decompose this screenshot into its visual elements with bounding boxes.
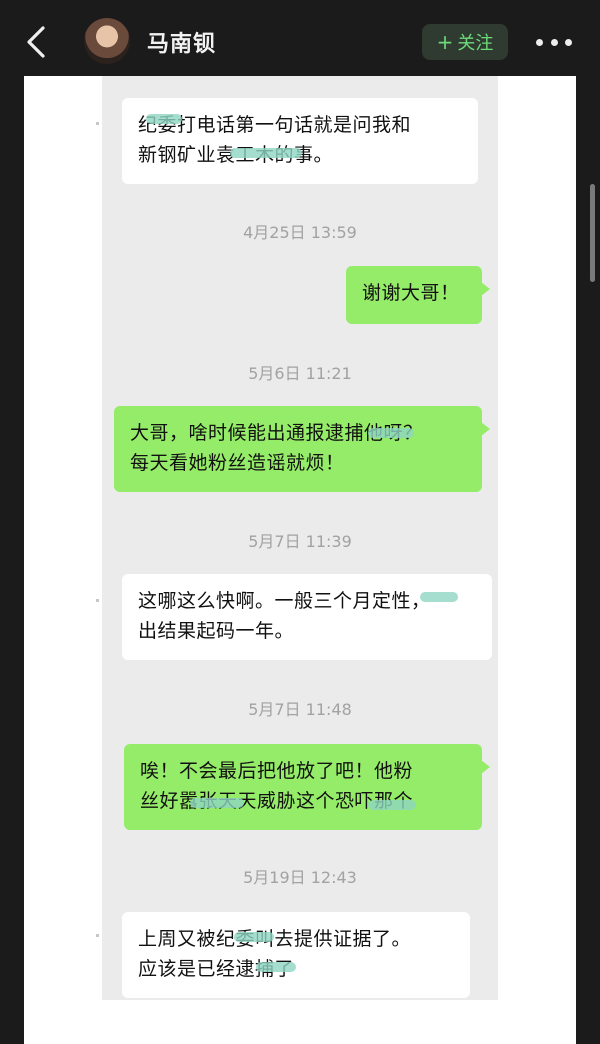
margin-mark	[96, 599, 99, 602]
message-line: 上周又被纪委叫去提供证据了。	[138, 928, 412, 950]
account-name[interactable]: 马南钡	[147, 26, 216, 58]
chat-bubble-incoming: 纪委打电话第一句话就是问我和 新钢矿业袁工木的事。	[122, 98, 478, 184]
redaction-mark	[190, 798, 244, 808]
redaction-mark	[234, 932, 274, 942]
margin-mark	[96, 122, 99, 125]
timestamp: 4月25日 13:59	[243, 223, 357, 242]
redaction-mark	[420, 592, 458, 602]
redaction-mark	[230, 148, 302, 158]
scrollbar[interactable]	[590, 184, 595, 282]
redaction-mark	[368, 800, 416, 810]
timestamp: 5月7日 11:39	[248, 532, 352, 551]
timestamp: 5月7日 11:48	[248, 700, 352, 719]
message-line: 唉！不会最后把他放了吧！他粉	[140, 760, 414, 782]
chat-bubble-incoming: 这哪这么快啊。一般三个月定性， 出结果起码一年。	[122, 574, 492, 660]
chat-screenshot: 纪委打电话第一句话就是问我和 新钢矿业袁工木的事。 4月25日 13:59 谢谢…	[102, 76, 498, 1000]
redaction-mark	[146, 114, 182, 124]
chevron-left-icon[interactable]	[20, 24, 56, 60]
chat-bubble-incoming: 上周又被纪委叫去提供证据了。 应该是已经逮捕了	[122, 912, 470, 998]
top-bar: 马南钡 + 关注	[0, 0, 600, 86]
timestamp: 5月19日 12:43	[243, 868, 357, 887]
timestamp: 5月6日 11:21	[248, 364, 352, 383]
message-line: 出结果起码一年。	[138, 620, 295, 642]
follow-label: 关注	[457, 33, 494, 54]
more-horizontal-icon[interactable]	[536, 32, 572, 52]
chat-bubble-outgoing: 谢谢大哥！	[346, 266, 490, 324]
avatar[interactable]	[84, 18, 130, 64]
message-line: 纪委打电话第一句话就是问我和	[138, 114, 412, 136]
message-line: 应该是已经逮捕了	[138, 958, 295, 980]
message-line: 谢谢大哥！	[362, 282, 460, 304]
redaction-mark	[368, 428, 414, 438]
plus-icon: +	[436, 30, 454, 54]
redaction-mark	[256, 962, 296, 972]
follow-button[interactable]: + 关注	[422, 24, 508, 60]
message-line: 每天看她粉丝造谣就烦！	[130, 452, 345, 474]
chat-bubble-outgoing: 唉！不会最后把他放了吧！他粉 丝好嚣张天天威胁这个恐吓那个	[124, 744, 490, 830]
margin-mark	[96, 934, 99, 937]
message-line: 大哥，啥时候能出通报逮捕他呀？	[130, 422, 423, 444]
message-line: 丝好嚣张天天威胁这个恐吓那个	[140, 790, 414, 812]
chat-bubble-outgoing: 大哥，啥时候能出通报逮捕他呀？ 每天看她粉丝造谣就烦！	[114, 406, 490, 492]
